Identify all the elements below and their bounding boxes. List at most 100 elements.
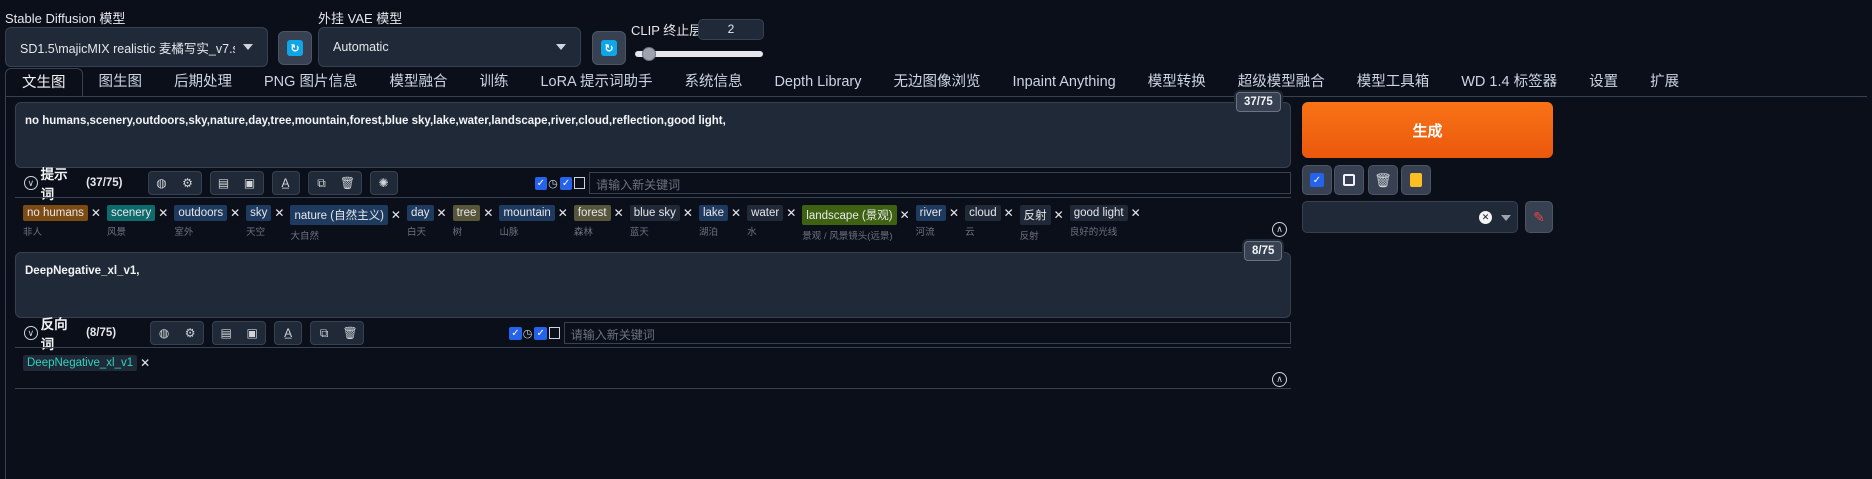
tag-item[interactable]: good light ✕ 良好的光线	[1069, 205, 1141, 242]
remove-tag-icon[interactable]: ✕	[140, 356, 150, 370]
checkbox-1[interactable]: ✓	[534, 176, 548, 190]
paste-button[interactable]	[1401, 165, 1431, 195]
remove-tag-icon[interactable]: ✕	[230, 206, 240, 220]
tag-item[interactable]: outdoors ✕ 室外	[174, 205, 240, 242]
tag-name[interactable]: cloud	[965, 205, 1001, 221]
tab-lora-helper[interactable]: LoRA 提示词助手	[524, 68, 668, 96]
format-icon[interactable]: A̲	[273, 172, 299, 194]
history-icon[interactable]: ▤	[211, 172, 237, 194]
remove-tag-icon[interactable]: ✕	[391, 208, 401, 222]
close-icon[interactable]: ✕	[1479, 211, 1492, 224]
sd-model-dropdown[interactable]: SD1.5\majicMIX realistic 麦橘写实_v7.safeten…	[5, 27, 268, 67]
tab-img2img[interactable]: 图生图	[83, 68, 159, 96]
tag-name[interactable]: blue sky	[629, 205, 680, 221]
remove-tag-icon[interactable]: ✕	[1004, 206, 1014, 220]
tab-system-info[interactable]: 系统信息	[668, 68, 758, 96]
tab-extras[interactable]: 后期处理	[158, 68, 248, 96]
skip-button[interactable]	[1334, 165, 1364, 195]
tag-item[interactable]: blue sky ✕ 蓝天	[629, 205, 693, 242]
tag-name[interactable]: water	[747, 205, 784, 221]
copy-icon[interactable]: ⧉	[311, 322, 337, 344]
tag-item[interactable]: DeepNegative_xl_v1 ✕	[23, 355, 150, 374]
gear-icon[interactable]: ⚙	[175, 172, 201, 194]
tab-extensions[interactable]: 扩展	[1634, 68, 1695, 96]
remove-tag-icon[interactable]: ✕	[158, 206, 168, 220]
format-icon[interactable]: A̲	[275, 322, 301, 344]
checkbox-2[interactable]: ✓	[559, 176, 573, 190]
trash-icon[interactable]: 🗑	[335, 172, 361, 194]
tab-model-convert[interactable]: 模型转换	[1132, 68, 1222, 96]
tab-png-info[interactable]: PNG 图片信息	[248, 68, 373, 96]
remove-tag-icon[interactable]: ✕	[483, 206, 493, 220]
prompt-keyword-input[interactable]: 请输入新关键词	[589, 172, 1291, 194]
tag-item[interactable]: mountain ✕ 山脉	[499, 205, 568, 242]
tag-name[interactable]: 反射	[1019, 205, 1051, 225]
clip-number-input[interactable]: 2	[698, 19, 764, 40]
clear-button[interactable]: 🗑	[1368, 165, 1398, 195]
tag-item[interactable]: day ✕ 白天	[406, 205, 447, 242]
tag-name[interactable]: no humans	[23, 205, 88, 221]
tag-item[interactable]: sky ✕ 天空	[246, 205, 284, 242]
vae-dropdown[interactable]: Automatic	[318, 27, 581, 67]
tag-item[interactable]: river ✕ 河流	[915, 205, 959, 242]
tag-name[interactable]: day	[406, 205, 434, 221]
tab-model-toolkit[interactable]: 模型工具箱	[1341, 68, 1446, 96]
trash-icon[interactable]: 🗑	[337, 322, 363, 344]
remove-tag-icon[interactable]: ✕	[949, 206, 959, 220]
generate-button[interactable]: 生成	[1302, 102, 1553, 158]
remove-tag-icon[interactable]: ✕	[614, 206, 624, 220]
tag-item[interactable]: nature (自然主义) ✕ 大自然	[290, 205, 401, 242]
gear-icon[interactable]: ⚙	[177, 322, 203, 344]
checkbox-2[interactable]: ✓	[534, 326, 548, 340]
negative-textarea[interactable]: DeepNegative_xl_v1,	[15, 252, 1291, 318]
tab-inpaint-anything[interactable]: Inpaint Anything	[997, 68, 1132, 96]
tab-train[interactable]: 训练	[463, 68, 524, 96]
remove-tag-icon[interactable]: ✕	[558, 206, 568, 220]
tag-name[interactable]: outdoors	[174, 205, 228, 221]
remove-tag-icon[interactable]: ✕	[786, 206, 796, 220]
tag-item[interactable]: lake ✕ 湖泊	[698, 205, 741, 242]
tag-item[interactable]: forest ✕ 森林	[573, 205, 624, 242]
prompt-textarea[interactable]: no humans,scenery,outdoors,sky,nature,da…	[15, 102, 1291, 168]
clip-slider[interactable]	[635, 47, 763, 61]
bookmark-icon[interactable]: ▣	[237, 172, 263, 194]
checkbox-1[interactable]: ✓	[509, 326, 522, 340]
history-icon[interactable]: ▤	[213, 322, 239, 344]
remove-tag-icon[interactable]: ✕	[274, 206, 284, 220]
tab-merge[interactable]: 模型融合	[373, 68, 463, 96]
sd-refresh-button[interactable]: ↻	[278, 31, 312, 65]
tab-txt2img[interactable]: 文生图	[5, 68, 83, 96]
remove-tag-icon[interactable]: ✕	[437, 206, 447, 220]
tag-item[interactable]: cloud ✕ 云	[965, 205, 1014, 242]
collapse-icon[interactable]: ∨	[24, 176, 38, 190]
openai-icon[interactable]: ✺	[371, 172, 397, 194]
tag-name[interactable]: mountain	[499, 205, 555, 221]
tag-name[interactable]: lake	[698, 205, 729, 221]
remove-tag-icon[interactable]: ✕	[91, 206, 101, 220]
tag-item[interactable]: tree ✕ 树	[452, 205, 493, 242]
remove-tag-icon[interactable]: ✕	[683, 206, 693, 220]
tab-depth-library[interactable]: Depth Library	[758, 68, 877, 96]
tag-item[interactable]: scenery ✕ 风景	[106, 205, 168, 242]
tag-name[interactable]: forest	[573, 205, 611, 221]
remove-tag-icon[interactable]: ✕	[1054, 208, 1064, 222]
tag-item[interactable]: water ✕ 水	[747, 205, 796, 242]
interrupt-button[interactable]: ✓	[1302, 165, 1332, 195]
remove-tag-icon[interactable]: ✕	[731, 206, 741, 220]
tag-name[interactable]: tree	[452, 205, 481, 221]
copy-icon[interactable]: ⧉	[309, 172, 335, 194]
collapse-up-icon[interactable]: ∧	[1272, 372, 1287, 387]
vae-refresh-button[interactable]: ↻	[592, 31, 626, 65]
collapse-icon[interactable]: ∨	[24, 326, 38, 340]
clip-slider-thumb[interactable]	[642, 47, 656, 61]
tag-item[interactable]: 反射 ✕ 反射	[1019, 205, 1064, 242]
remove-tag-icon[interactable]: ✕	[1131, 206, 1141, 220]
tab-infinite-browser[interactable]: 无边图像浏览	[878, 68, 997, 96]
tag-name[interactable]: DeepNegative_xl_v1	[23, 355, 138, 371]
edit-styles-button[interactable]: ✎	[1525, 201, 1553, 233]
negative-keyword-input[interactable]: 请输入新关键词	[563, 322, 1291, 344]
tag-name[interactable]: scenery	[106, 205, 156, 221]
bookmark-icon[interactable]: ▣	[239, 322, 265, 344]
tag-name[interactable]: river	[915, 205, 947, 221]
styles-dropdown[interactable]: ✕	[1302, 201, 1518, 233]
